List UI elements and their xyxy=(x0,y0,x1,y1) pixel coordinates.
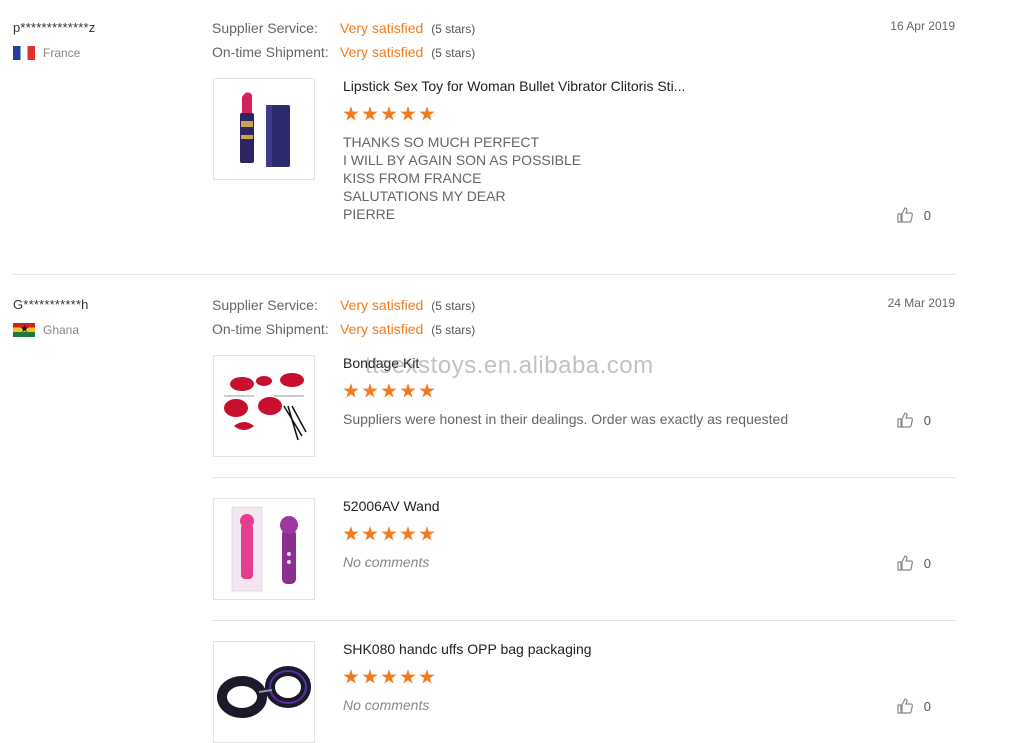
product-thumbnail[interactable] xyxy=(213,641,315,743)
star-icon xyxy=(381,669,397,684)
item-star-rating xyxy=(343,669,435,685)
reviewer-country: France xyxy=(13,46,80,60)
wand-massager-image xyxy=(231,506,298,592)
star-icon xyxy=(343,669,359,684)
star-icon xyxy=(381,526,397,541)
thumbs-up-icon xyxy=(897,207,913,223)
item-divider xyxy=(213,477,955,478)
star-icon xyxy=(400,106,416,121)
review-date: 24 Mar 2019 xyxy=(887,296,955,310)
like-button[interactable]: 0 xyxy=(896,697,931,715)
rating-label: On-time Shipment: xyxy=(212,44,329,60)
star-icon xyxy=(400,526,416,541)
lipstick-vibrator-image xyxy=(240,92,290,167)
star-icon xyxy=(343,106,359,121)
reviewer-country: ★ Ghana xyxy=(13,323,79,337)
supplier-service-rating: Supplier Service: Very satisfied (5 star… xyxy=(212,20,475,36)
star-icon xyxy=(362,383,378,398)
item-divider xyxy=(213,620,955,621)
star-icon xyxy=(400,383,416,398)
star-icon xyxy=(419,383,435,398)
review-comment: No comments xyxy=(343,554,430,570)
product-title[interactable]: SHK080 handc uffs OPP bag packaging xyxy=(343,641,592,657)
rating-stars-text: (5 stars) xyxy=(431,22,476,36)
star-icon xyxy=(381,383,397,398)
item-star-rating xyxy=(343,383,435,399)
rating-stars-text: (5 stars) xyxy=(431,323,476,337)
review-comment: Suppliers were honest in their dealings.… xyxy=(343,411,789,427)
item-star-rating xyxy=(343,526,435,542)
shipment-rating: On-time Shipment: Very satisfied (5 star… xyxy=(212,321,475,337)
country-name: Ghana xyxy=(43,323,80,337)
item-star-rating xyxy=(343,106,435,122)
product-thumbnail[interactable] xyxy=(213,355,315,457)
review-date: 16 Apr 2019 xyxy=(890,19,955,33)
star-icon xyxy=(362,669,378,684)
star-icon xyxy=(400,669,416,684)
shipment-rating: On-time Shipment: Very satisfied (5 star… xyxy=(212,44,475,60)
rating-label: Supplier Service: xyxy=(212,297,318,313)
like-count: 0 xyxy=(923,555,931,571)
like-button[interactable]: 0 xyxy=(896,554,931,572)
star-icon xyxy=(343,383,359,398)
rating-stars-text: (5 stars) xyxy=(431,46,476,60)
rating-label: Supplier Service: xyxy=(212,20,318,36)
like-button[interactable]: 0 xyxy=(896,206,931,224)
star-icon xyxy=(362,526,378,541)
flag-ghana-icon: ★ xyxy=(13,323,35,337)
rating-value: Very satisfied xyxy=(340,297,424,313)
review-comment: THANKS SO MUCH PERFECT I WILL BY AGAIN S… xyxy=(343,134,582,222)
review-item: Lipstick Sex Toy for Woman Bullet Vibrat… xyxy=(213,78,955,258)
flag-france-icon xyxy=(13,46,35,60)
product-thumbnail[interactable] xyxy=(213,78,315,180)
thumbs-up-icon xyxy=(897,555,913,571)
rating-stars-text: (5 stars) xyxy=(431,299,476,313)
review-divider xyxy=(13,274,955,275)
review-item: 52006AV Wand No comments 0 xyxy=(213,498,955,620)
review-card: p*************z France Supplier Service:… xyxy=(0,0,1018,275)
like-count: 0 xyxy=(923,207,931,223)
rating-value: Very satisfied xyxy=(340,44,424,60)
like-count: 0 xyxy=(923,698,931,714)
country-name: France xyxy=(43,46,81,60)
product-title[interactable]: 52006AV Wand xyxy=(343,498,440,514)
product-title[interactable]: Lipstick Sex Toy for Woman Bullet Vibrat… xyxy=(343,78,685,94)
rating-value: Very satisfied xyxy=(340,20,424,36)
review-comment: No comments xyxy=(343,697,430,713)
watermark: ttsexstoys.en.alibaba.com xyxy=(365,352,654,379)
thumbs-up-icon xyxy=(897,412,913,428)
rating-label: On-time Shipment: xyxy=(212,321,329,337)
supplier-service-rating: Supplier Service: Very satisfied (5 star… xyxy=(212,297,475,313)
star-icon xyxy=(419,526,435,541)
reviewer-name: p*************z xyxy=(13,20,96,35)
product-thumbnail[interactable] xyxy=(213,498,315,600)
star-icon xyxy=(362,106,378,121)
rating-value: Very satisfied xyxy=(340,321,424,337)
like-count: 0 xyxy=(923,412,931,428)
review-card: G***********h ★ Ghana Supplier Service: … xyxy=(0,276,1018,743)
review-item: SHK080 handc uffs OPP bag packaging No c… xyxy=(213,641,955,743)
like-button[interactable]: 0 xyxy=(896,411,931,429)
star-icon xyxy=(381,106,397,121)
thumbs-up-icon xyxy=(897,698,913,714)
star-icon xyxy=(419,106,435,121)
reviewer-name: G***********h xyxy=(13,297,89,312)
bondage-kit-image xyxy=(224,373,307,441)
star-icon xyxy=(343,526,359,541)
star-icon xyxy=(419,669,435,684)
handcuffs-image xyxy=(217,666,311,718)
